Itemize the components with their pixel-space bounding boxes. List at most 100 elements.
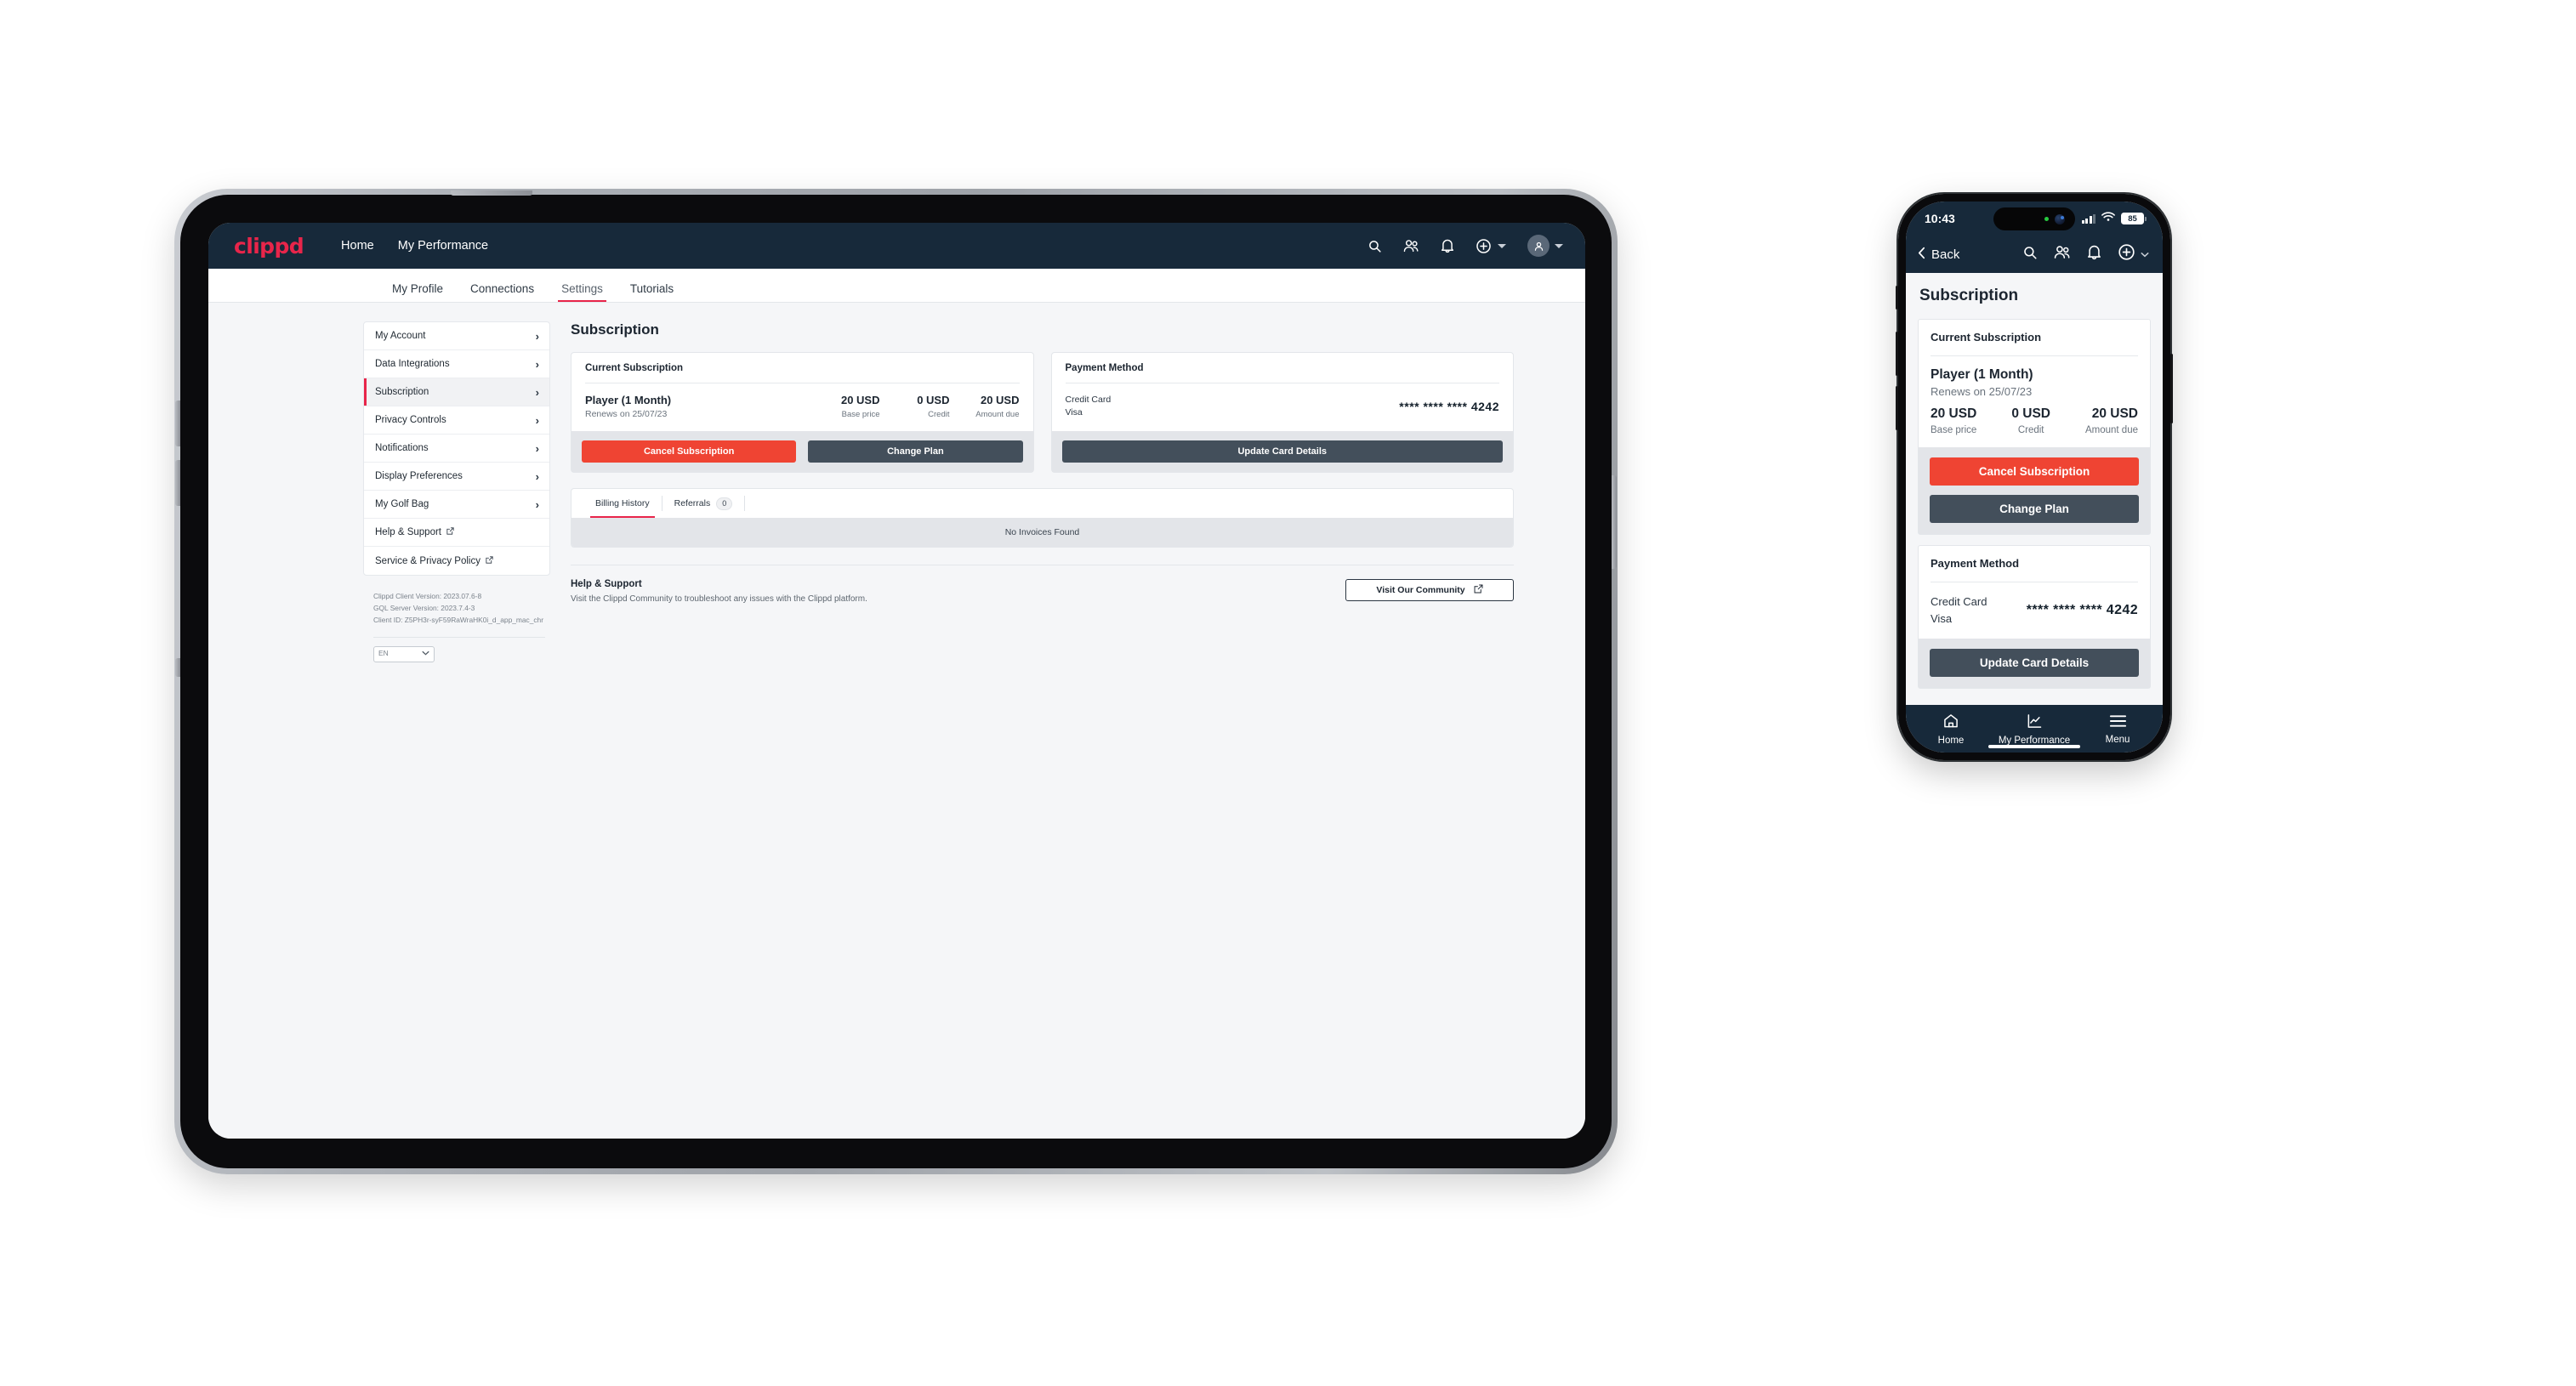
tablet-settings-sidebar: My Account › Data Integrations › Subscri… <box>363 321 550 1139</box>
tab-connections[interactable]: Connections <box>457 282 548 302</box>
phone-volume-up-button[interactable] <box>1896 332 1898 376</box>
tablet-power-button[interactable] <box>451 190 532 196</box>
metric-label: Amount due <box>2084 425 2138 435</box>
tablet-settings-tabs: My Profile Connections Settings Tutorial… <box>208 269 1585 303</box>
external-link-icon <box>1474 584 1483 596</box>
tabbar-item-menu[interactable]: Menu <box>2076 713 2159 745</box>
version-info: Clippd Client Version: 2023.07.6-8 GQL S… <box>363 591 550 662</box>
client-id-text: Client ID: Z5PH3r-syF59RaWraHK0i_d_app_m… <box>373 615 543 624</box>
sidebar-item-data-integrations[interactable]: Data Integrations › <box>364 350 549 378</box>
chevron-right-icon: › <box>535 441 539 455</box>
metric-credit: 0 USD Credit <box>892 394 949 419</box>
phone-cards: Current Subscription Player (1 Month) Re… <box>1906 305 2163 689</box>
back-button[interactable]: Back <box>1918 247 1959 263</box>
screenshot-stage: clippd Home My Performance My Profile Co… <box>0 0 2576 1386</box>
clippd-logo[interactable]: clippd <box>234 234 304 258</box>
chevron-right-icon: › <box>535 413 539 427</box>
metric-base-price: 20 USD Base price <box>1931 406 1976 435</box>
settings-menu-card: My Account › Data Integrations › Subscri… <box>363 321 550 576</box>
current-subscription-body: Current Subscription Player (1 Month) Re… <box>571 353 1033 431</box>
metric-label: Base price <box>1931 425 1977 435</box>
sidebar-item-my-golf-bag[interactable]: My Golf Bag › <box>364 491 549 519</box>
profile-menu[interactable] <box>1527 235 1563 257</box>
update-card-details-button[interactable]: Update Card Details <box>1061 440 1503 463</box>
card-type: Credit Card <box>1931 595 1987 608</box>
tabbar-item-home[interactable]: Home <box>1909 713 1993 746</box>
cancel-subscription-button[interactable]: Cancel Subscription <box>582 440 797 463</box>
tabbar-item-my-performance[interactable]: My Performance <box>1993 713 2076 746</box>
add-menu[interactable] <box>1476 238 1506 254</box>
tab-tutorials[interactable]: Tutorials <box>617 282 687 302</box>
avatar-icon[interactable] <box>1527 235 1550 257</box>
bell-icon[interactable] <box>1441 238 1454 253</box>
add-menu[interactable] <box>2118 243 2149 265</box>
people-icon[interactable] <box>2054 245 2071 264</box>
visit-community-button[interactable]: Visit Our Community <box>1345 579 1514 602</box>
phone-mute-switch[interactable] <box>1896 286 1898 310</box>
phone-device-frame: 10:43 85 Back Subscription Current Subsc… <box>1896 192 2173 762</box>
bell-icon[interactable] <box>2087 244 2101 264</box>
phone-volume-down-button[interactable] <box>1896 386 1898 430</box>
battery-percent: 85 <box>2122 213 2143 224</box>
nav-link-my-performance[interactable]: My Performance <box>398 239 488 253</box>
help-description: Visit the Clippd Community to troublesho… <box>571 594 867 605</box>
tab-referrals[interactable]: Referrals 0 <box>662 489 745 518</box>
chevron-right-icon: › <box>535 469 539 483</box>
external-link-icon <box>446 527 454 537</box>
tabbar-label: Menu <box>2105 734 2130 745</box>
tab-billing-history[interactable]: Billing History <box>583 489 662 519</box>
phone-update-card-details-button[interactable]: Update Card Details <box>1930 649 2139 677</box>
phone-card-type-block: Credit Card Visa <box>1931 594 1987 627</box>
phone-plan-name: Player (1 Month) <box>1931 367 2033 382</box>
card-type-block: Credit Card Visa <box>1066 394 1112 419</box>
plus-circle-icon[interactable] <box>1476 238 1492 254</box>
current-subscription-card: Current Subscription Player (1 Month) Re… <box>571 352 1034 474</box>
tab-label: Billing History <box>595 498 650 509</box>
card-brand: Visa <box>1065 407 1083 418</box>
plus-circle-icon[interactable] <box>2118 243 2135 265</box>
plan-info: Player (1 Month) Renews on 25/07/23 <box>585 394 810 419</box>
sidebar-item-notifications[interactable]: Notifications › <box>364 435 549 463</box>
chevron-right-icon: › <box>535 329 539 343</box>
search-icon[interactable] <box>2022 245 2038 264</box>
language-select[interactable]: EN <box>373 645 435 662</box>
subscription-cards-row: Current Subscription Player (1 Month) Re… <box>571 352 1514 474</box>
sidebar-item-label: Data Integrations <box>375 359 450 369</box>
visit-community-label: Visit Our Community <box>1376 585 1465 596</box>
nav-link-home[interactable]: Home <box>341 239 374 253</box>
tablet-side-button[interactable] <box>1612 475 1617 569</box>
metric-amount-due: 20 USD Amount due <box>962 394 1019 419</box>
sidebar-item-subscription[interactable]: Subscription › <box>364 378 549 406</box>
phone-current-subscription-actions: Cancel Subscription Change Plan <box>1919 447 2150 534</box>
tablet-bezel: clippd Home My Performance My Profile Co… <box>175 190 1617 1168</box>
cellular-bars-icon <box>2081 213 2095 224</box>
sidebar-item-help-support[interactable]: Help & Support <box>364 519 549 547</box>
phone-current-subscription-body: Current Subscription Player (1 Month) Re… <box>1919 320 2150 447</box>
tablet-screen: clippd Home My Performance My Profile Co… <box>208 223 1585 1139</box>
tab-settings[interactable]: Settings <box>548 282 617 302</box>
current-subscription-heading: Current Subscription <box>585 363 684 373</box>
help-text-block: Help & Support Visit the Clippd Communit… <box>571 579 867 604</box>
chevron-down-icon <box>1498 243 1506 248</box>
renews-text: Renews on 25/07/23 <box>585 409 668 419</box>
people-icon[interactable] <box>1403 239 1419 253</box>
tablet-volume-down-button[interactable] <box>175 460 180 506</box>
sidebar-item-my-account[interactable]: My Account › <box>364 322 549 350</box>
phone-cancel-subscription-button[interactable]: Cancel Subscription <box>1930 457 2139 486</box>
tablet-volume-up-button[interactable] <box>175 400 180 446</box>
phone-payment-method-card: Payment Method Credit Card Visa **** ***… <box>1918 545 2151 689</box>
phone-metrics: 20 USD Base price 0 USD Credit 20 USD Am… <box>1931 406 2138 435</box>
phone-header: Back <box>1906 236 2163 273</box>
phone-change-plan-button[interactable]: Change Plan <box>1930 495 2139 523</box>
search-icon[interactable] <box>1368 239 1382 253</box>
phone-power-button[interactable] <box>2170 354 2173 423</box>
sidebar-item-display-preferences[interactable]: Display Preferences › <box>364 463 549 491</box>
help-heading: Help & Support <box>571 579 642 590</box>
tab-my-profile[interactable]: My Profile <box>378 282 457 302</box>
recording-indicator-icon <box>2044 217 2049 221</box>
sidebar-item-service-privacy-policy[interactable]: Service & Privacy Policy <box>364 547 549 575</box>
change-plan-button[interactable]: Change Plan <box>808 440 1023 463</box>
phone-renews-text: Renews on 25/07/23 <box>1931 385 2033 398</box>
home-indicator <box>1988 745 2080 748</box>
sidebar-item-privacy-controls[interactable]: Privacy Controls › <box>364 406 549 435</box>
